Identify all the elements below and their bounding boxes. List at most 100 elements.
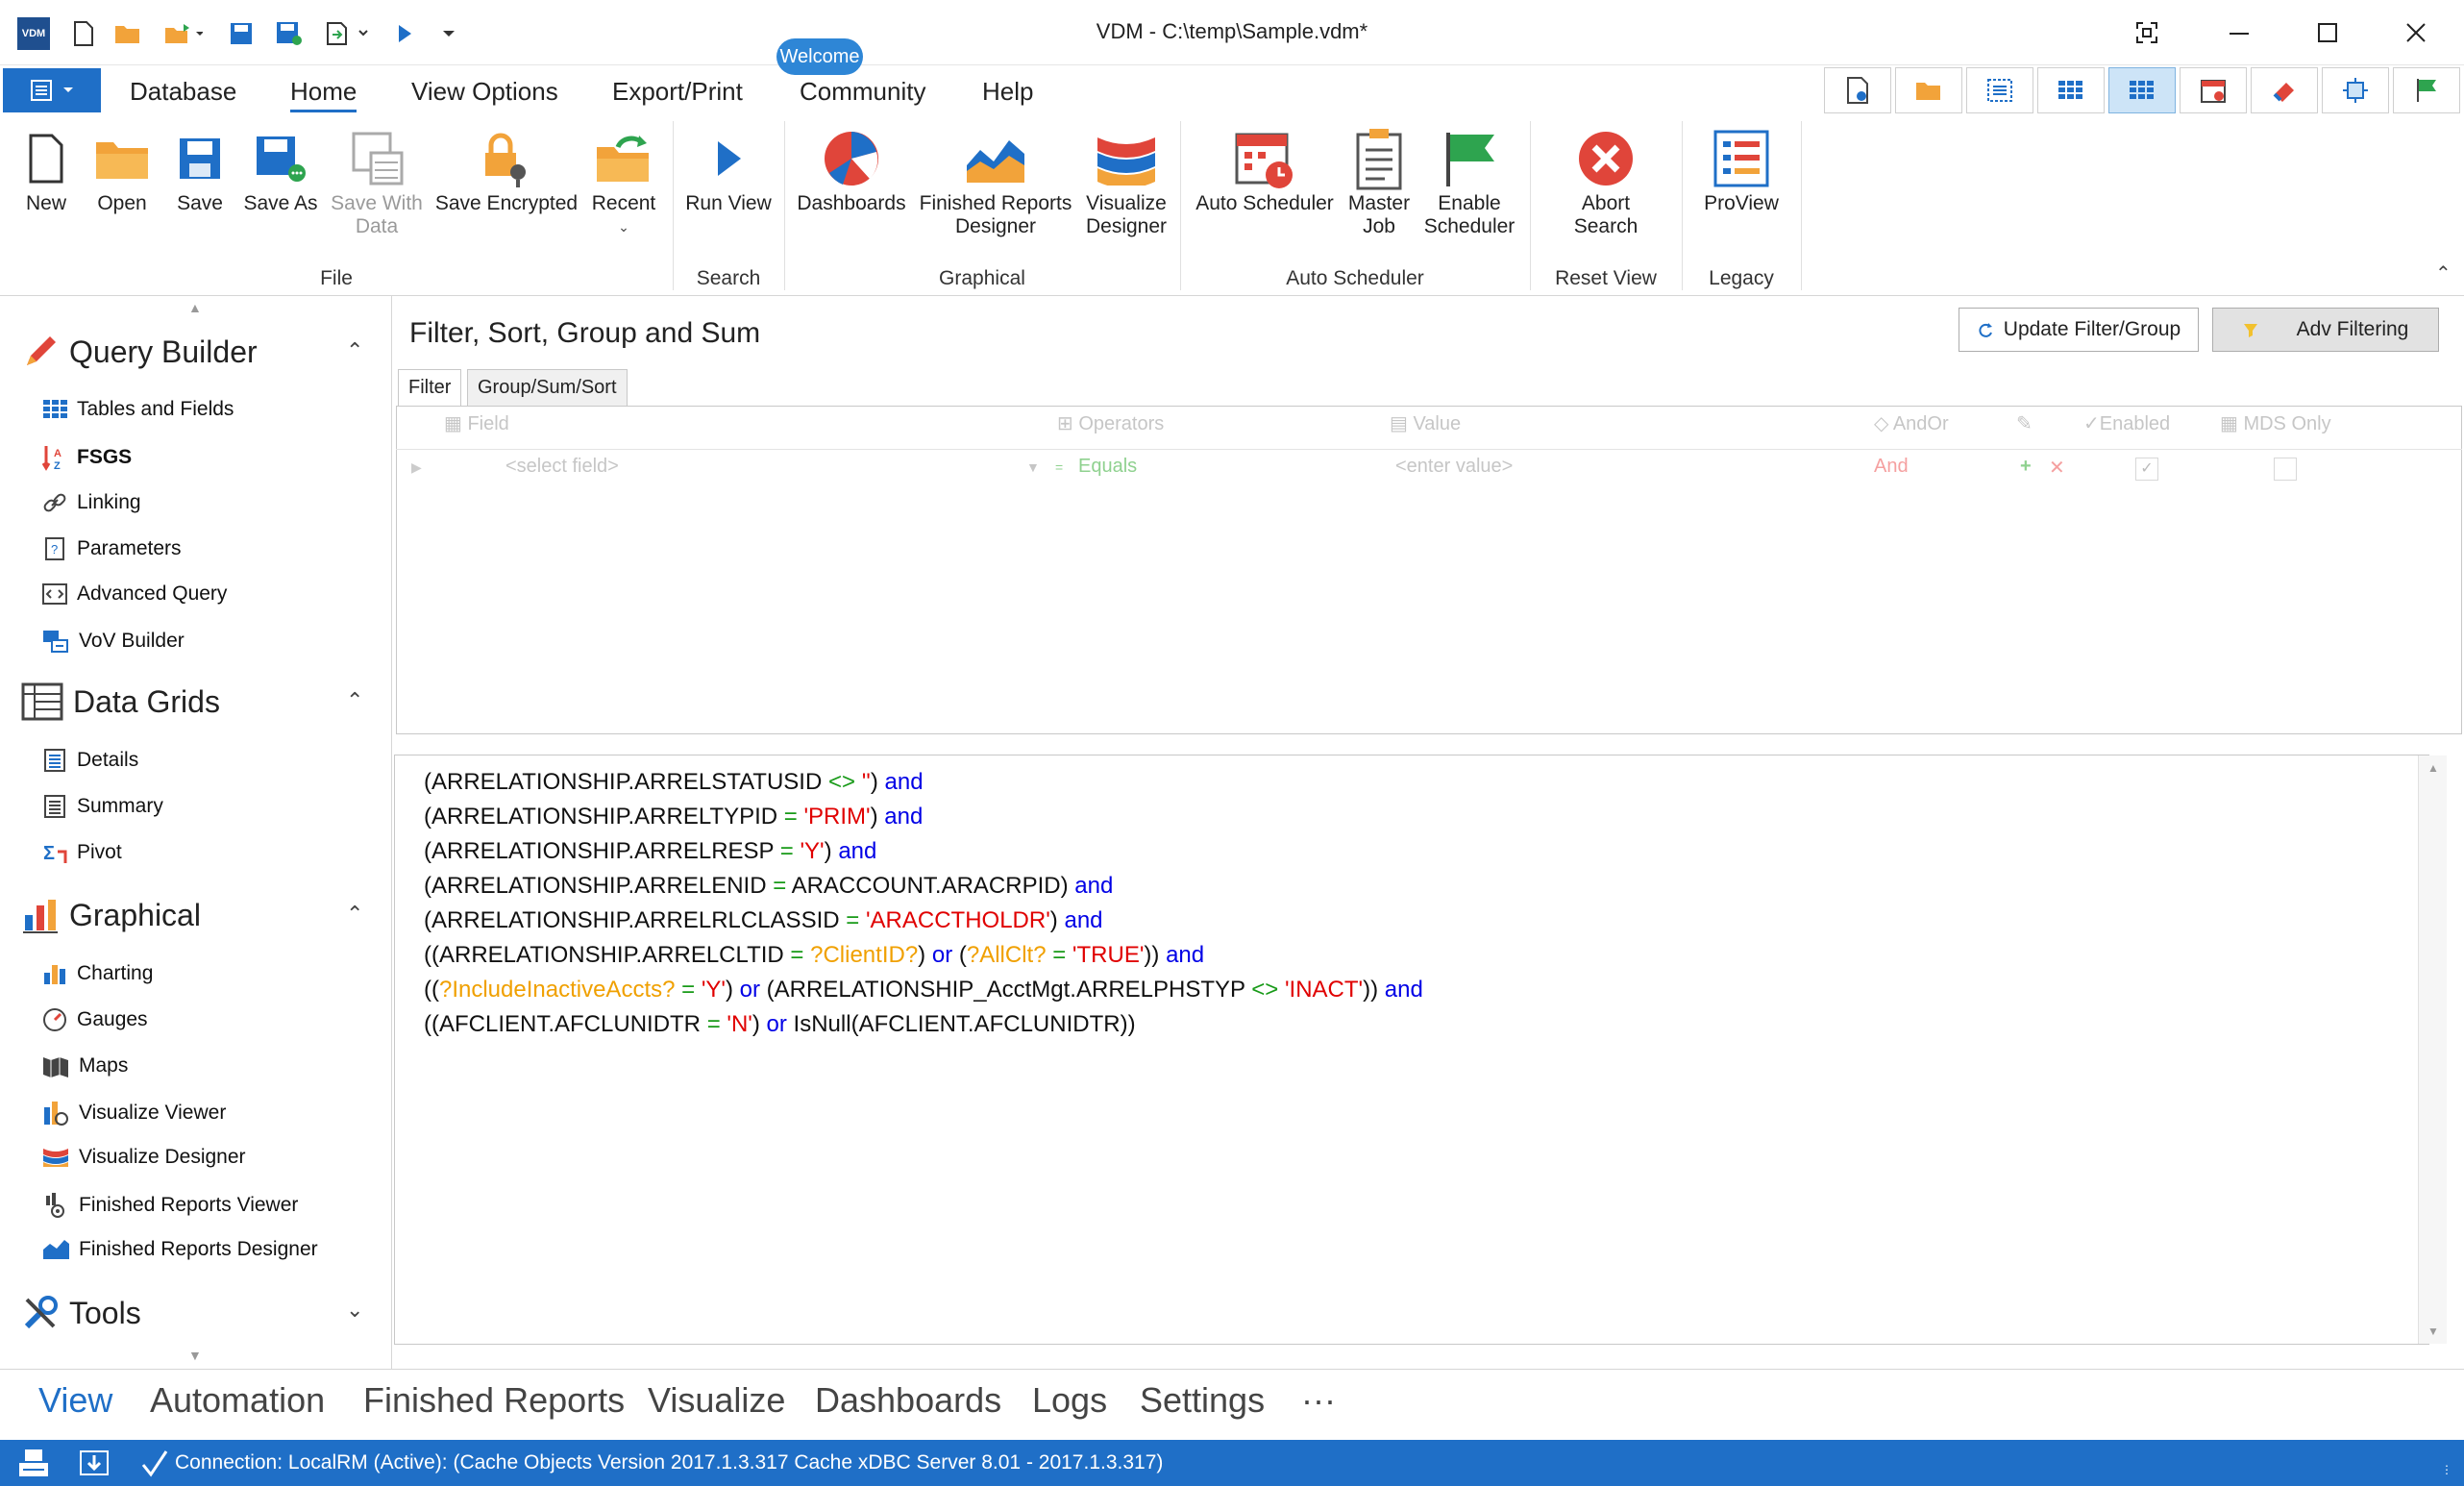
update-filter-group-button[interactable]: Update Filter/Group: [1959, 308, 2199, 352]
save-with-data-button[interactable]: Save With Data: [329, 125, 425, 238]
chevron-down-icon[interactable]: ⌄: [346, 1298, 363, 1323]
menu-tab-help[interactable]: Help: [982, 77, 1033, 107]
value-cell[interactable]: <enter value>: [1395, 456, 1513, 478]
expression-line[interactable]: (ARRELATIONSHIP.ARRELENID = ARACCOUNT.AR…: [424, 869, 2400, 904]
add-row-icon[interactable]: +: [2020, 456, 2032, 478]
database-server-icon[interactable]: [17, 1448, 50, 1483]
run-view-button[interactable]: Run View: [680, 125, 776, 215]
nav-item-advanced-query[interactable]: Advanced Query: [42, 582, 227, 606]
proview-button[interactable]: ProView: [1693, 125, 1789, 215]
nav-header-graphical[interactable]: Graphical: [21, 896, 201, 934]
expression-line[interactable]: (ARRELATIONSHIP.ARRELTYPID = 'PRIM') and: [424, 800, 2400, 834]
bottom-nav-visualize[interactable]: Visualize: [648, 1380, 785, 1421]
expression-line[interactable]: (ARRELATIONSHIP.ARRELRLCLASSID = 'ARACCT…: [424, 904, 2400, 938]
editor-scrollbar[interactable]: ▲ ▼: [2418, 755, 2447, 1344]
grid-edit-icon[interactable]: ✎: [2016, 411, 2033, 435]
nav-item-details[interactable]: Details: [42, 748, 138, 773]
save-as-button[interactable]: Save As: [242, 125, 319, 215]
delete-row-icon[interactable]: ✕: [2049, 456, 2065, 480]
grid-large-icon[interactable]: [2108, 67, 2176, 113]
bottom-nav-dashboards[interactable]: Dashboards: [815, 1380, 1001, 1421]
expression-line[interactable]: ((ARRELATIONSHIP.ARRELCLTID = ?ClientID?…: [424, 938, 2400, 973]
grid-header-value[interactable]: ▤ Value: [1390, 411, 1461, 435]
nav-item-charting[interactable]: Charting: [42, 961, 153, 986]
chevron-down-icon[interactable]: ▼: [1026, 459, 1040, 475]
menu-tab-view-options[interactable]: View Options: [411, 77, 558, 107]
nav-item-vov-builder[interactable]: VoV Builder: [42, 629, 185, 654]
nav-item-parameters[interactable]: ? Parameters: [42, 536, 182, 561]
menu-tab-database[interactable]: Database: [130, 77, 236, 107]
new-button[interactable]: New: [17, 125, 75, 215]
master-job-button[interactable]: Master Job: [1343, 125, 1415, 238]
grid-header-field[interactable]: ▦ Field: [444, 411, 509, 435]
welcome-badge[interactable]: Welcome: [776, 38, 863, 75]
open-folder-icon[interactable]: [1895, 67, 1962, 113]
finished-reports-designer-button[interactable]: Finished Reports Designer: [919, 125, 1072, 238]
chevron-up-icon[interactable]: ⌃: [346, 688, 363, 713]
enable-scheduler-button[interactable]: Enable Scheduler: [1420, 125, 1518, 238]
grid-header-andor[interactable]: ◇ AndOr: [1874, 411, 1949, 435]
nav-header-query-builder[interactable]: Query Builder: [21, 333, 258, 371]
collapse-ribbon-icon[interactable]: ⌃: [2435, 261, 2452, 285]
nav-item-tables-and-fields[interactable]: Tables and Fields: [42, 398, 234, 421]
grid-header-operators[interactable]: ⊞ Operators: [1057, 411, 1164, 435]
eraser-icon[interactable]: [2251, 67, 2318, 113]
chevron-up-icon[interactable]: ⌃: [346, 902, 363, 927]
tab-filter[interactable]: Filter: [398, 369, 462, 406]
select-field-cell[interactable]: <select field>: [505, 456, 619, 478]
filter-expression-editor[interactable]: (ARRELATIONSHIP.ARRELSTATUSID <> '') and…: [394, 755, 2429, 1345]
fullscreen-icon[interactable]: [2118, 12, 2176, 54]
adv-filtering-button[interactable]: Adv Filtering: [2212, 308, 2439, 352]
mds-only-checkbox[interactable]: [2274, 458, 2297, 481]
nav-header-data-grids[interactable]: Data Grids: [21, 682, 220, 721]
nav-item-summary[interactable]: Summary: [42, 794, 163, 819]
dashboards-button[interactable]: Dashboards: [794, 125, 909, 215]
expression-line[interactable]: (ARRELATIONSHIP.ARRELSTATUSID <> '') and: [424, 765, 2400, 800]
recent-button[interactable]: Recent ⌄: [588, 125, 659, 238]
menu-tab-community[interactable]: Community: [800, 77, 925, 107]
nav-item-finished-reports-designer[interactable]: Finished Reports Designer: [42, 1238, 318, 1261]
grid-small-icon[interactable]: [2037, 67, 2105, 113]
nav-item-maps[interactable]: Maps: [42, 1053, 128, 1078]
grid-header-enabled[interactable]: ✓Enabled: [2083, 411, 2170, 435]
expression-line[interactable]: ((?IncludeInactiveAccts? = 'Y') or (ARRE…: [424, 973, 2400, 1007]
visualize-designer-button[interactable]: Visualize Designer: [1080, 125, 1172, 238]
expression-line[interactable]: (ARRELATIONSHIP.ARRELRESP = 'Y') and: [424, 834, 2400, 869]
menu-tab-home[interactable]: Home: [290, 77, 357, 112]
menu-tab-export-print[interactable]: Export/Print: [612, 77, 743, 107]
open-button[interactable]: Open: [88, 125, 156, 215]
bottom-nav-view[interactable]: View: [38, 1380, 112, 1421]
save-button[interactable]: Save: [171, 125, 229, 215]
bottom-nav-finished-reports[interactable]: Finished Reports: [363, 1380, 625, 1421]
maximize-icon[interactable]: [2299, 12, 2356, 54]
nav-item-gauges[interactable]: Gauges: [42, 1007, 148, 1032]
nav-item-visualize-viewer[interactable]: Visualize Viewer: [42, 1100, 226, 1127]
nav-item-finished-reports-viewer[interactable]: Finished Reports Viewer: [42, 1192, 298, 1219]
nav-item-pivot[interactable]: Σ Pivot: [42, 840, 122, 865]
operator-cell[interactable]: Equals: [1078, 456, 1137, 478]
andor-cell[interactable]: And: [1874, 456, 1909, 478]
scroll-up-icon[interactable]: ▲: [188, 300, 202, 315]
flag-icon[interactable]: [2393, 67, 2460, 113]
auto-scheduler-button[interactable]: Auto Scheduler: [1190, 125, 1340, 215]
close-icon[interactable]: [2387, 12, 2445, 54]
nav-item-linking[interactable]: Linking: [42, 490, 141, 515]
bottom-nav-settings[interactable]: Settings: [1140, 1380, 1265, 1421]
enabled-checkbox[interactable]: ✓: [2135, 458, 2158, 481]
bottom-nav-more[interactable]: ···: [1301, 1380, 1336, 1421]
resize-grip-icon[interactable]: ⋮: [2441, 1463, 2452, 1476]
tab-group-sum-sort[interactable]: Group/Sum/Sort: [467, 369, 628, 406]
nav-item-fsgs[interactable]: A Z FSGS: [42, 444, 132, 471]
nav-item-visualize-designer[interactable]: Visualize Designer: [42, 1146, 246, 1169]
download-icon[interactable]: [79, 1448, 110, 1483]
scroll-down-icon[interactable]: ▼: [188, 1348, 202, 1363]
calendar-icon[interactable]: [2180, 67, 2247, 113]
nav-header-tools[interactable]: Tools: [21, 1294, 141, 1332]
grid-header-mds-only[interactable]: ▦ MDS Only: [2220, 411, 2331, 435]
settings-file-icon[interactable]: [1824, 67, 1891, 113]
fit-screen-icon[interactable]: [2322, 67, 2389, 113]
backstage-menu-button[interactable]: [3, 68, 101, 112]
save-encrypted-button[interactable]: Save Encrypted: [434, 125, 579, 215]
abort-search-button[interactable]: Abort Search: [1543, 125, 1668, 238]
chevron-up-icon[interactable]: ⌃: [346, 338, 363, 363]
